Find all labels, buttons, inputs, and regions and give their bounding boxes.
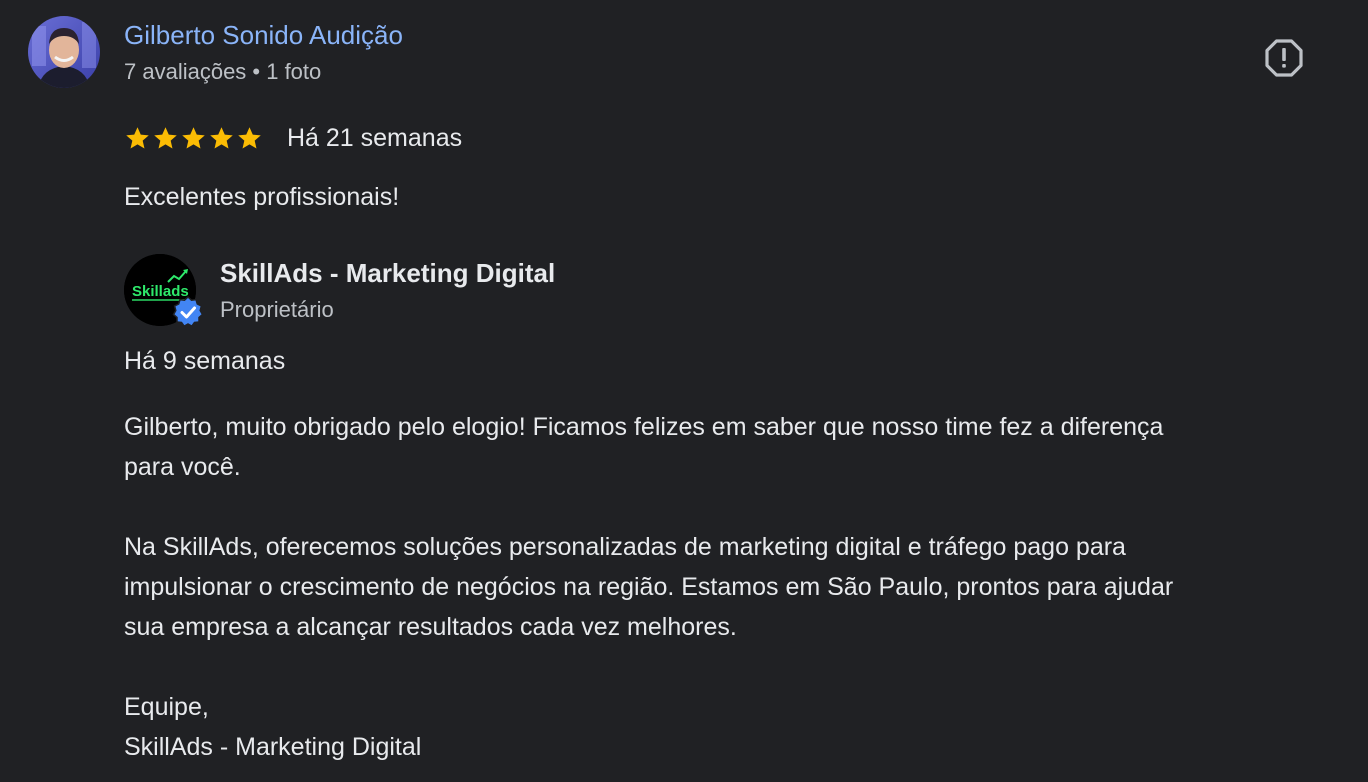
reviewer-stats: 7 avaliações • 1 foto [124,59,322,84]
star-rating [124,125,263,152]
reply-line: sua empresa a alcançar resultados cada v… [124,613,737,641]
report-review-button[interactable] [1258,32,1310,84]
user-photo-avatar-icon [28,16,100,88]
rating-row: Há 21 semanas [124,121,462,155]
reply-signoff: Equipe, [124,693,209,721]
reply-line: impulsionar o crescimento de negócios na… [124,573,1174,601]
reviewer-name-link[interactable]: Gilberto Sonido Audição [124,19,403,51]
reply-line: Na SkillAds, oferecemos soluções persona… [124,533,1126,561]
owner-avatar: Skillads [124,254,204,328]
reply-line: Gilberto, muito obrigado pelo elogio! Fi… [124,413,1164,441]
review-text: Excelentes profissionais! [124,183,400,211]
star-icon [182,126,205,149]
reviewer-avatar[interactable] [28,16,100,88]
star-icon [210,126,233,149]
verified-badge-icon [172,295,204,328]
star-icon [126,126,149,149]
report-flag-icon [1265,39,1303,77]
owner-reply-text: Gilberto, muito obrigado pelo elogio! Fi… [124,407,1344,767]
reply-date: Há 9 semanas [124,347,286,375]
reply-line: para você. [124,453,241,481]
review-card: Gilberto Sonido Audição 7 avaliações • 1… [0,0,1368,782]
star-icon [154,126,177,149]
owner-name: SkillAds - Marketing Digital [220,258,556,288]
owner-role-label: Proprietário [220,297,334,322]
review-date: Há 21 semanas [287,123,463,152]
star-icon [238,126,261,149]
reply-signoff: SkillAds - Marketing Digital [124,733,422,761]
